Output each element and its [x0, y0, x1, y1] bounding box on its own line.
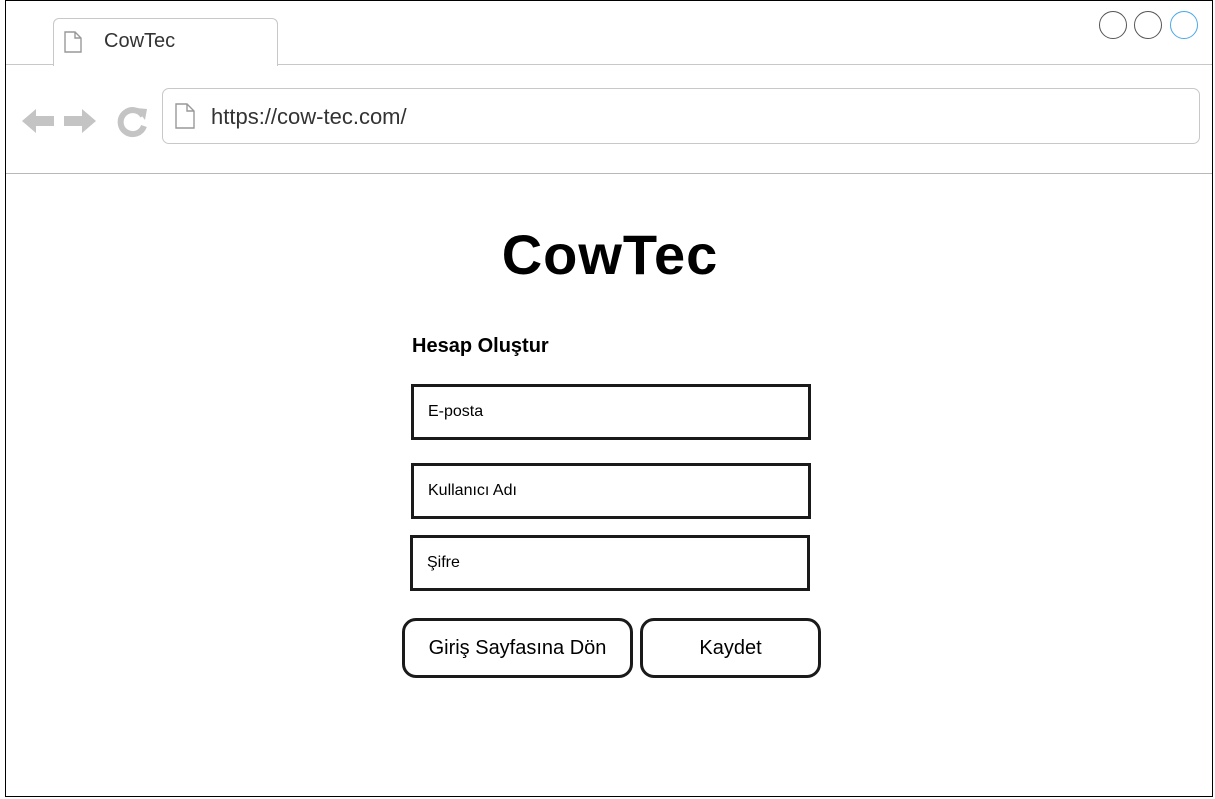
- tab-bar: CowTec: [6, 1, 1212, 66]
- page-icon: [175, 103, 195, 134]
- tab-title: CowTec: [104, 30, 176, 52]
- browser-toolbar: https://cow-tec.com/: [6, 65, 1212, 174]
- url-text[interactable]: https://cow-tec.com/: [211, 104, 407, 130]
- address-bar[interactable]: https://cow-tec.com/: [162, 88, 1200, 144]
- arrow-right-icon[interactable]: [62, 106, 98, 141]
- form-title: Hesap Oluştur: [412, 335, 549, 357]
- email-field[interactable]: [411, 384, 811, 440]
- back-to-login-button[interactable]: Giriş Sayfasına Dön: [402, 618, 633, 678]
- browser-tab[interactable]: CowTec: [53, 18, 278, 66]
- brand-title: CowTec: [501, 223, 719, 286]
- arrow-left-icon[interactable]: [20, 106, 56, 141]
- window-control-circle-icon[interactable]: [1099, 11, 1127, 39]
- browser-window: CowTec https://cow-tec.com/ CowTec Hesap…: [5, 0, 1213, 797]
- window-control-circle-icon[interactable]: [1170, 11, 1198, 39]
- reload-icon[interactable]: [116, 106, 148, 143]
- save-button[interactable]: Kaydet: [640, 618, 821, 678]
- window-control-circle-icon[interactable]: [1134, 11, 1162, 39]
- password-field[interactable]: [410, 535, 810, 591]
- page-icon: [64, 31, 82, 58]
- username-field[interactable]: [411, 463, 811, 519]
